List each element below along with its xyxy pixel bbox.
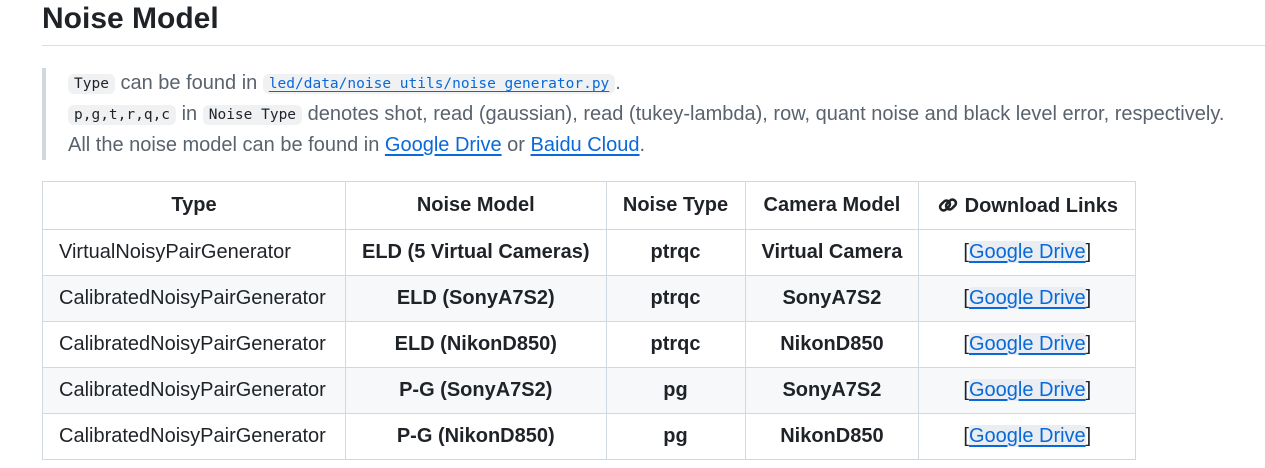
note-text: or [507, 134, 525, 156]
note-period: . [615, 72, 621, 94]
note-text: All the noise model can be found in [68, 134, 380, 156]
cell-noise-type: ptrqc [605, 229, 746, 276]
cell-download: [Google Drive] [918, 321, 1137, 368]
note-description: denotes shot, read (gaussian), read (tuk… [307, 103, 1225, 125]
cell-camera-model: SonyA7S2 [744, 275, 920, 322]
cell-noise-type: ptrqc [605, 275, 746, 322]
header-type: Type [42, 181, 346, 230]
header-camera-model: Camera Model [744, 181, 920, 230]
google-drive-download-link[interactable]: Google Drive [968, 241, 1086, 263]
table-header-row: Type Noise Model Noise Type Camera Model… [42, 181, 1137, 230]
cell-camera-model: Virtual Camera [744, 229, 920, 276]
cell-camera-model: SonyA7S2 [744, 367, 920, 414]
google-drive-download-link[interactable]: Google Drive [968, 379, 1086, 401]
table-row: CalibratedNoisyPairGenerator P-G (NikonD… [42, 413, 1137, 460]
cell-noise-model: ELD (SonyA7S2) [345, 275, 607, 322]
cell-noise-model: ELD (5 Virtual Cameras) [345, 229, 607, 276]
cell-noise-model: ELD (NikonD850) [345, 321, 607, 368]
google-drive-download-link[interactable]: Google Drive [968, 425, 1086, 447]
note-text: can be found in [120, 72, 258, 94]
inline-code-type: Type [68, 74, 115, 94]
cell-download: [Google Drive] [918, 367, 1137, 414]
cell-noise-type: pg [605, 367, 746, 414]
note-line-noise-type: p,g,t,r,q,c in Noise Type denotes shot, … [68, 99, 1265, 130]
noise-generator-path-link[interactable]: led/data/noise_utils/noise_generator.py [262, 74, 616, 94]
inline-code-noise-type: Noise Type [202, 105, 303, 125]
google-drive-download-link[interactable]: Google Drive [968, 333, 1086, 355]
google-drive-download-link[interactable]: Google Drive [968, 287, 1086, 309]
cell-camera-model: NikonD850 [744, 413, 920, 460]
table-row: CalibratedNoisyPairGenerator ELD (SonyA7… [42, 275, 1137, 322]
baidu-cloud-link[interactable]: Baidu Cloud [531, 134, 640, 156]
section-heading: Noise Model [42, 0, 1265, 46]
cell-type: CalibratedNoisyPairGenerator [42, 321, 346, 368]
link-chain-icon [937, 194, 959, 216]
header-noise-model: Noise Model [345, 181, 607, 230]
note-blockquote: Type can be found in led/data/noise_util… [42, 68, 1265, 160]
cell-download: [Google Drive] [918, 413, 1137, 460]
header-download-links: Download Links [918, 181, 1137, 230]
inline-code-letters: p,g,t,r,q,c [68, 105, 177, 125]
cell-camera-model: NikonD850 [744, 321, 920, 368]
table-row: VirtualNoisyPairGenerator ELD (5 Virtual… [42, 229, 1137, 276]
cell-noise-model: P-G (NikonD850) [345, 413, 607, 460]
table-row: CalibratedNoisyPairGenerator ELD (NikonD… [42, 321, 1137, 368]
cell-type: VirtualNoisyPairGenerator [42, 229, 346, 276]
note-text: in [181, 103, 198, 125]
cell-download: [Google Drive] [918, 275, 1137, 322]
bracket-close: ] [1085, 379, 1092, 401]
bracket-close: ] [1085, 333, 1092, 355]
header-noise-type: Noise Type [605, 181, 746, 230]
note-line-type: Type can be found in led/data/noise_util… [68, 68, 1265, 99]
bracket-close: ] [1085, 241, 1092, 263]
bracket-close: ] [1085, 425, 1092, 447]
cell-type: CalibratedNoisyPairGenerator [42, 367, 346, 414]
cell-noise-model: P-G (SonyA7S2) [345, 367, 607, 414]
google-drive-link[interactable]: Google Drive [385, 134, 502, 156]
cell-noise-type: pg [605, 413, 746, 460]
cell-noise-type: ptrqc [605, 321, 746, 368]
bracket-close: ] [1085, 287, 1092, 309]
note-period: . [639, 134, 646, 156]
header-download-label: Download Links [964, 194, 1118, 217]
cell-download: [Google Drive] [918, 229, 1137, 276]
noise-model-table: Type Noise Model Noise Type Camera Model… [42, 181, 1137, 460]
note-line-links: All the noise model can be found in Goog… [68, 130, 1265, 161]
cell-type: CalibratedNoisyPairGenerator [42, 275, 346, 322]
cell-type: CalibratedNoisyPairGenerator [42, 413, 346, 460]
table-row: CalibratedNoisyPairGenerator P-G (SonyA7… [42, 367, 1137, 414]
